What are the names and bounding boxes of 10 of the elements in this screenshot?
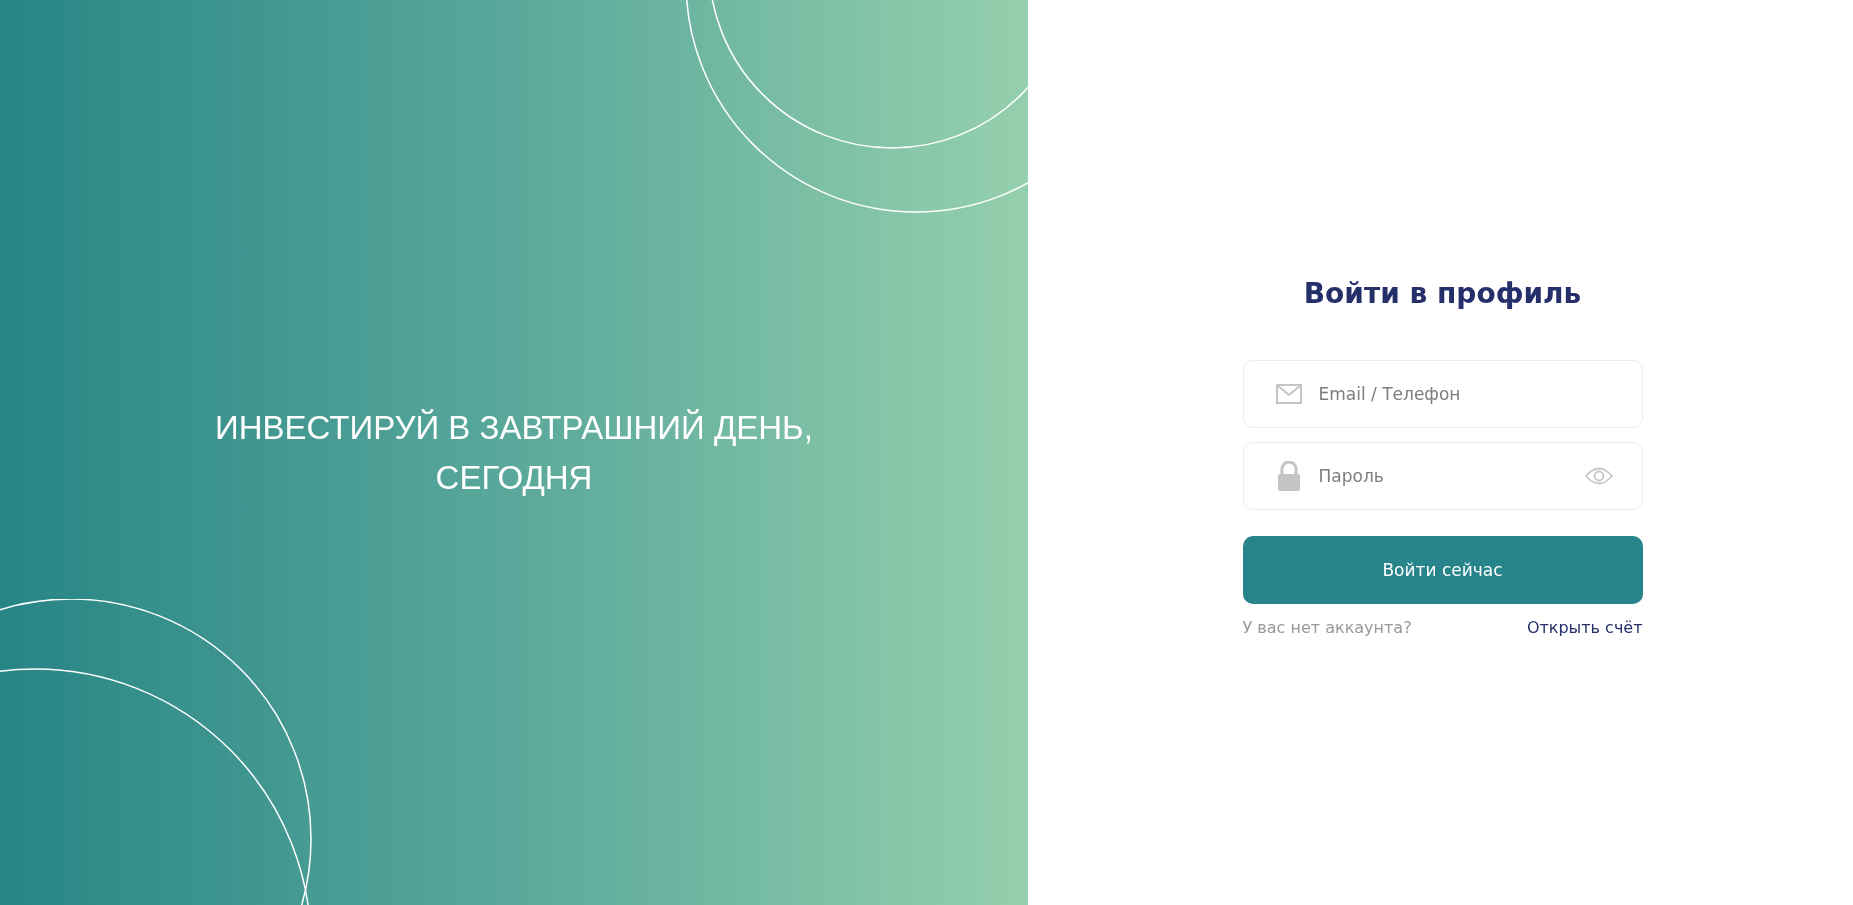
eye-icon[interactable] <box>1584 467 1613 485</box>
email-field[interactable]: Email / Телефон <box>1242 360 1643 428</box>
password-field[interactable]: Пароль <box>1242 442 1643 510</box>
lock-icon <box>1275 461 1302 491</box>
open-account-link[interactable]: Открыть счёт <box>1526 618 1643 637</box>
form-title: Войти в профиль <box>1302 276 1583 312</box>
headline: ИНВЕСТИРУЙ В ЗАВТРАШНИЙ ДЕНЬ, СЕГОДНЯ <box>214 407 814 498</box>
no-account-text: У вас нет аккаунта? <box>1242 618 1412 637</box>
envelope-icon <box>1275 384 1302 404</box>
login-button[interactable]: Войти сейчас <box>1242 536 1643 604</box>
